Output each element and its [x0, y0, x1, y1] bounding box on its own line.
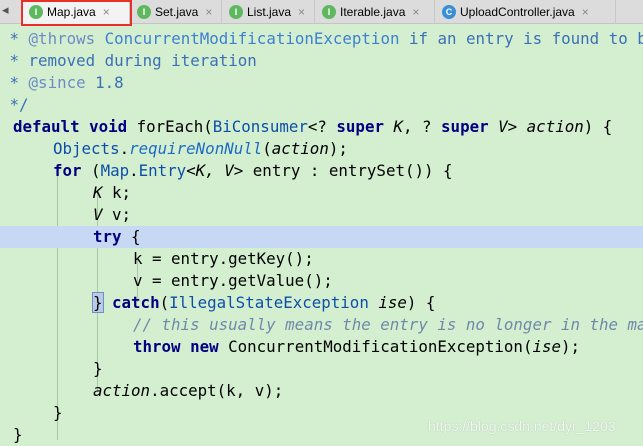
code-line-7: for (Map.Entry<K, V> entry : entrySet())… — [53, 161, 453, 180]
code-line-4: */ — [0, 95, 29, 114]
matched-brace: } — [92, 292, 104, 313]
code-editor[interactable]: * @throws ConcurrentModificationExceptio… — [0, 28, 643, 446]
tab-label: Map.java — [47, 5, 96, 19]
tab-label: Set.java — [155, 5, 199, 19]
code-line-6: Objects.requireNonNull(action); — [53, 139, 348, 158]
code-line-13: } catch(IllegalStateException ise) { — [92, 292, 436, 313]
indent-guide — [57, 170, 58, 440]
interface-icon: I — [229, 5, 243, 19]
tab-list-java[interactable]: I List.java × — [223, 0, 315, 24]
interface-icon: I — [322, 5, 336, 19]
tab-scroll-left-icon[interactable]: ◂ — [2, 2, 9, 18]
close-tab-icon[interactable]: × — [582, 5, 589, 19]
close-tab-icon[interactable]: × — [412, 5, 419, 19]
interface-icon: I — [137, 5, 151, 19]
code-line-17: action.accept(k, v); — [93, 381, 284, 400]
close-tab-icon[interactable]: × — [103, 5, 110, 19]
code-line-8: K k; — [93, 183, 132, 202]
tab-iterable-java[interactable]: I Iterable.java × — [316, 0, 435, 24]
close-tab-icon[interactable]: × — [298, 5, 305, 19]
tab-label: UploadController.java — [460, 5, 575, 19]
code-line-12: v = entry.getValue(); — [133, 271, 333, 290]
watermark-text: https://blog.csdn.net/dyr_1203 — [428, 418, 616, 434]
code-line-9: V v; — [93, 205, 132, 224]
interface-icon: I — [29, 5, 43, 19]
tab-uploadcontroller-java[interactable]: C UploadController.java × — [436, 0, 616, 24]
code-line-11: k = entry.getKey(); — [133, 249, 314, 268]
code-line-1: * @throws ConcurrentModificationExceptio… — [0, 29, 643, 48]
tab-label: List.java — [247, 5, 292, 19]
tab-label: Iterable.java — [340, 5, 406, 19]
code-line-2: * removed during iteration — [0, 51, 257, 70]
code-line-14-comment: // this usually means the entry is no lo… — [133, 315, 643, 334]
tab-set-java[interactable]: I Set.java × — [131, 0, 222, 24]
class-icon: C — [442, 5, 456, 19]
code-line-10-current: try { — [0, 226, 643, 248]
close-tab-icon[interactable]: × — [205, 5, 212, 19]
code-line-3: * @since 1.8 — [0, 73, 124, 92]
editor-tab-bar: ◂ I Map.java × I Set.java × I List.java … — [0, 0, 643, 26]
code-line-15: throw new ConcurrentModificationExceptio… — [133, 337, 581, 356]
tab-map-java[interactable]: I Map.java × — [23, 0, 130, 24]
code-line-16: } — [93, 359, 103, 378]
code-line-5: default void forEach(BiConsumer<? super … — [13, 117, 613, 136]
